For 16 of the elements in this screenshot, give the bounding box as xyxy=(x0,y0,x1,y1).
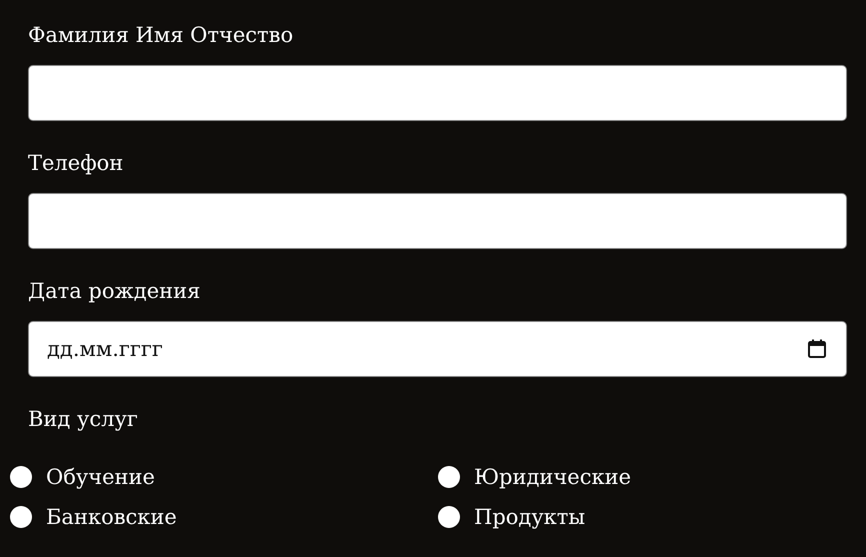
date-field[interactable]: дд.мм.гггг xyxy=(28,321,847,377)
radio-label[interactable]: Обучение xyxy=(46,462,155,492)
radio-button[interactable] xyxy=(438,506,460,528)
text-field[interactable] xyxy=(28,65,847,121)
calendar-icon[interactable] xyxy=(805,337,829,361)
radio-button[interactable] xyxy=(438,466,460,488)
field-label: Дата рождения xyxy=(28,278,200,305)
radio-label[interactable]: Продукты xyxy=(474,502,586,532)
radio-button[interactable] xyxy=(10,466,32,488)
field-label: Телефон xyxy=(28,150,124,177)
text-field[interactable] xyxy=(28,193,847,249)
radio-label[interactable]: Банковские xyxy=(46,502,177,532)
field-label: Фамилия Имя Отчество xyxy=(28,22,294,49)
radio-button[interactable] xyxy=(10,506,32,528)
section-label: Вид услуг xyxy=(28,406,138,433)
radio-label[interactable]: Юридические xyxy=(474,462,632,492)
